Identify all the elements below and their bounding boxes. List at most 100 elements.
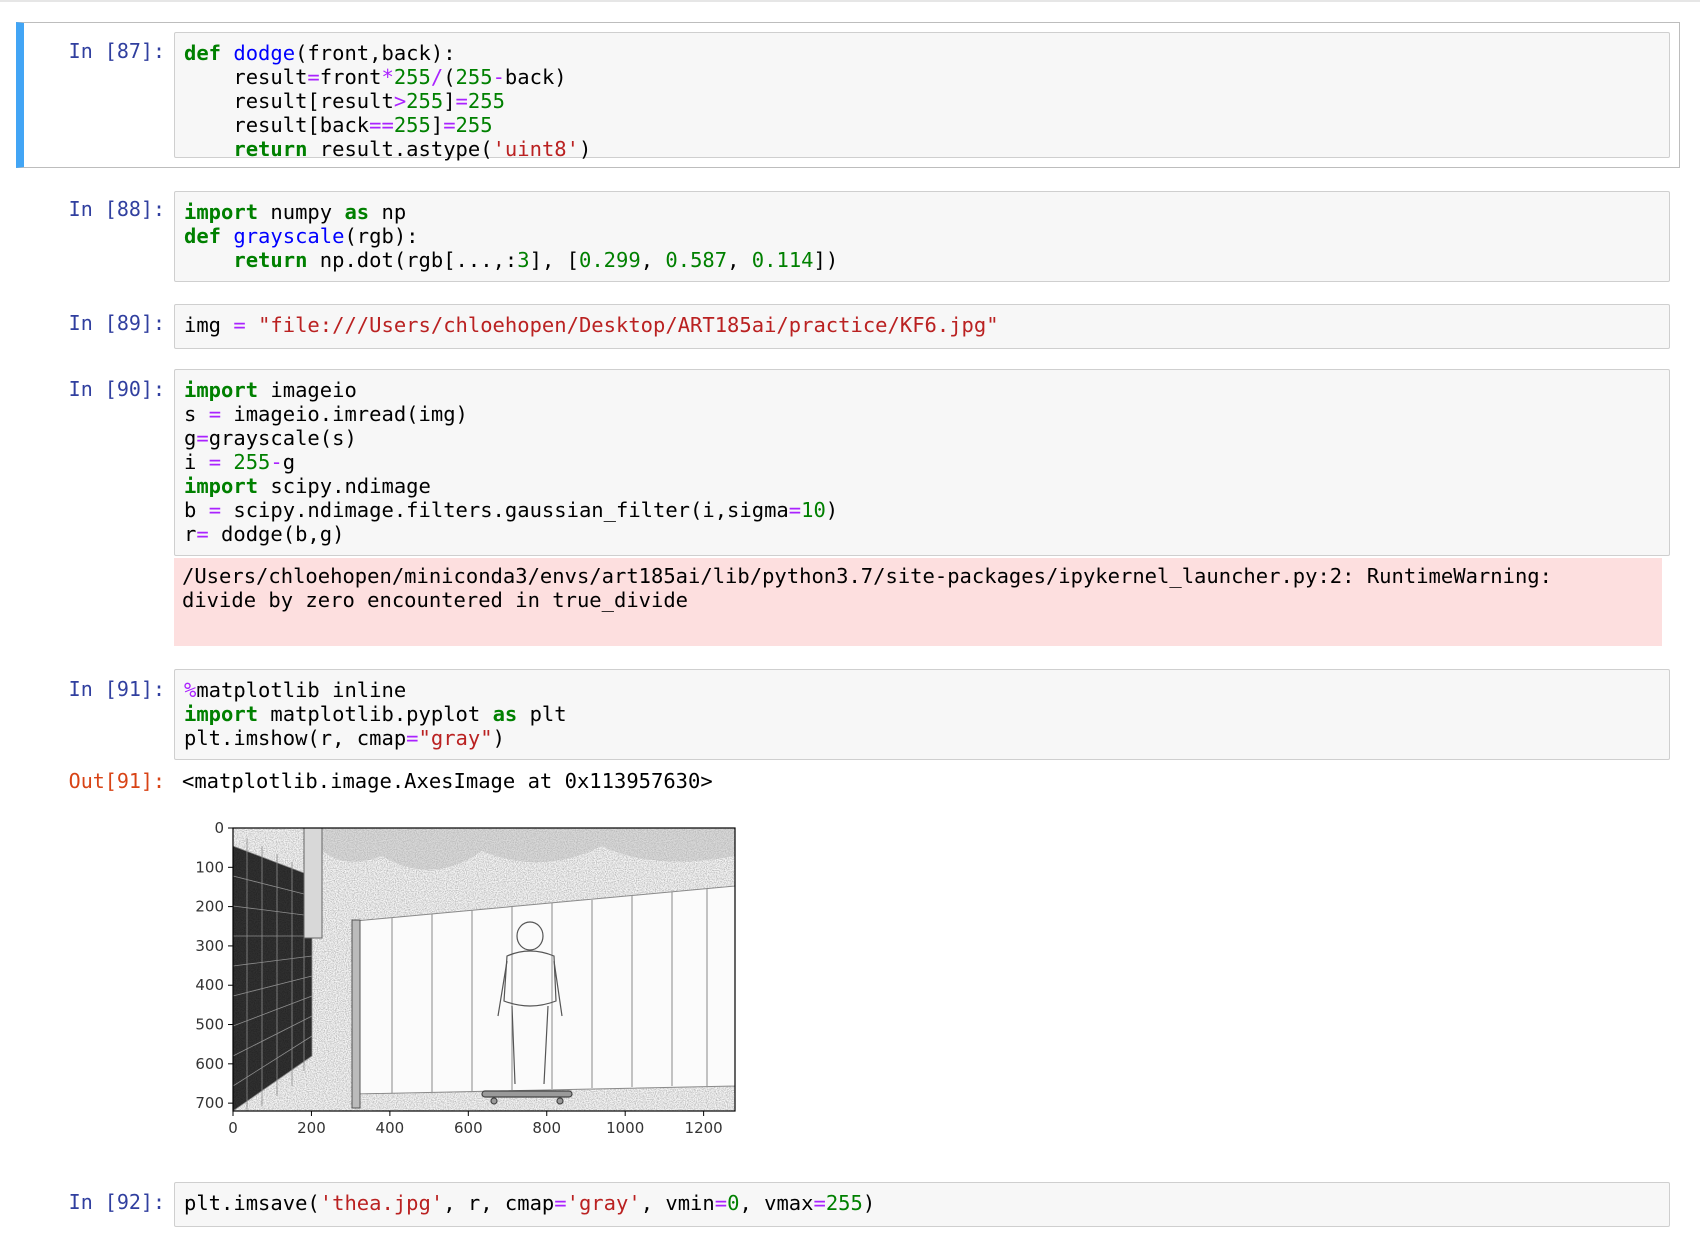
code-token: 255 <box>406 89 444 113</box>
code-token: = <box>554 1191 567 1215</box>
code-token: img <box>184 313 234 337</box>
code-token: r <box>184 522 197 546</box>
x-tick-label: 600 <box>454 1119 483 1137</box>
code-token: scipy.ndimage.filters.gaussian_filter(i,… <box>221 498 789 522</box>
code-token: = <box>714 1191 728 1215</box>
code-token: (front,back): <box>295 41 456 65</box>
code-input-87[interactable]: def dodge(front,back): result=front*255/… <box>174 32 1670 161</box>
code-token: 'gray' <box>566 1191 641 1215</box>
code-token: import <box>184 378 259 402</box>
code-token: result[back <box>184 113 370 137</box>
y-tick-label: 0 <box>214 819 224 837</box>
imshow-plot: 0 200 400 600 800 1000 1200 0 100 200 300 400 500 600… <box>195 819 736 1137</box>
code-token: 0.299 <box>578 248 641 272</box>
code-token: = <box>307 65 320 89</box>
notebook-container: In [87]: def dodge(front,back): result=f… <box>0 0 1700 1238</box>
code-token: * <box>381 65 394 89</box>
code-token: return <box>233 137 308 161</box>
x-tick-label: 1200 <box>685 1119 723 1137</box>
output-text-91: <matplotlib.image.AxesImage at 0x1139576… <box>182 769 713 793</box>
output-prompt-91: Out[91]: <box>68 769 165 793</box>
code-token: plt.imshow(r, cmap <box>184 726 407 750</box>
y-tick-label: 100 <box>195 858 224 876</box>
code-token: = <box>788 498 802 522</box>
code-token: = <box>208 402 222 426</box>
code-token: , r, cmap <box>443 1191 555 1215</box>
code-token: i <box>184 450 209 474</box>
code-token: b <box>184 498 209 522</box>
code-token: , <box>727 248 752 272</box>
code-token: ) <box>862 1191 876 1215</box>
code-input-90[interactable]: import imageio s = imageio.imread(img) g… <box>174 369 1670 556</box>
code-token: (rgb): <box>344 224 419 248</box>
code-token: = <box>208 498 222 522</box>
code-token: ]) <box>813 248 839 272</box>
code-input-91[interactable]: %matplotlib inline import matplotlib.pyp… <box>174 669 1670 760</box>
code-token: 255 <box>825 1191 863 1215</box>
code-token: result[result <box>184 89 394 113</box>
x-tick-label: 400 <box>376 1119 405 1137</box>
input-prompt-90: In [90]: <box>68 377 165 401</box>
code-token: 0.114 <box>751 248 814 272</box>
code-token: import <box>184 200 259 224</box>
code-token: = <box>406 726 419 750</box>
code-token: = <box>455 89 468 113</box>
code-token: front <box>319 65 382 89</box>
input-prompt-92: In [92]: <box>68 1190 165 1214</box>
code-token: % <box>184 678 197 702</box>
x-tick-label: 800 <box>532 1119 561 1137</box>
code-text-87: def dodge(front,back): result=front*255/… <box>184 41 1660 161</box>
input-prompt-87: In [87]: <box>68 39 165 63</box>
code-token: dodge <box>233 41 296 65</box>
code-token: - <box>270 450 283 474</box>
code-token: 255 <box>233 450 271 474</box>
code-token: 10 <box>801 498 826 522</box>
code-text-91: %matplotlib inline import matplotlib.pyp… <box>184 678 1660 750</box>
input-prompt-91: In [91]: <box>68 677 165 701</box>
code-token: plt.imsave( <box>184 1191 320 1215</box>
code-input-92[interactable]: plt.imsave('thea.jpg', r, cmap='gray', v… <box>174 1182 1670 1227</box>
code-token: np.dot(rgb[...,: <box>307 248 518 272</box>
code-token: 255 <box>393 65 431 89</box>
code-text-90: import imageio s = imageio.imread(img) g… <box>184 378 1660 546</box>
code-token: result <box>184 65 308 89</box>
code-token: 255 <box>393 113 431 137</box>
code-token: back) <box>504 65 567 89</box>
code-token: result.astype( <box>307 137 493 161</box>
code-token: , vmin <box>640 1191 715 1215</box>
y-tick-label: 700 <box>195 1094 224 1112</box>
code-token: 0 <box>727 1191 740 1215</box>
code-token: ) <box>578 137 592 161</box>
plot-output-91: 0 200 400 600 800 1000 1200 0 100 200 300 400 500 600… <box>182 816 742 1145</box>
code-token: ) <box>825 498 839 522</box>
code-text-88: import numpy as np def grayscale(rgb): r… <box>184 200 1660 272</box>
code-input-88[interactable]: import numpy as np def grayscale(rgb): r… <box>174 191 1670 282</box>
code-token: import <box>184 474 259 498</box>
code-token: as <box>344 200 370 224</box>
code-text-89: img = "file:///Users/chloehopen/Desktop/… <box>184 313 1660 337</box>
plot-image <box>232 827 736 1112</box>
code-token: return <box>233 248 308 272</box>
y-tick-label: 300 <box>195 937 224 955</box>
code-token: s <box>184 402 209 426</box>
code-token: grayscale <box>233 224 345 248</box>
stderr-output-90: /Users/chloehopen/miniconda3/envs/art185… <box>174 558 1662 646</box>
code-token: matplotlib.pyplot <box>258 702 493 726</box>
code-token: def <box>184 224 222 248</box>
code-token: 0.587 <box>665 248 728 272</box>
code-token: ], [ <box>529 248 579 272</box>
code-text-92: plt.imsave('thea.jpg', r, cmap='gray', v… <box>184 1191 1660 1215</box>
code-token: "gray" <box>418 726 493 750</box>
code-token: g <box>282 450 296 474</box>
code-input-89[interactable]: img = "file:///Users/chloehopen/Desktop/… <box>174 304 1670 349</box>
code-token: = <box>813 1191 826 1215</box>
code-token: dodge(b,g) <box>208 522 345 546</box>
code-token: grayscale(s) <box>208 426 357 450</box>
code-token: ) <box>492 726 505 750</box>
code-token: scipy.ndimage <box>258 474 431 498</box>
y-tick-label: 600 <box>195 1055 224 1073</box>
